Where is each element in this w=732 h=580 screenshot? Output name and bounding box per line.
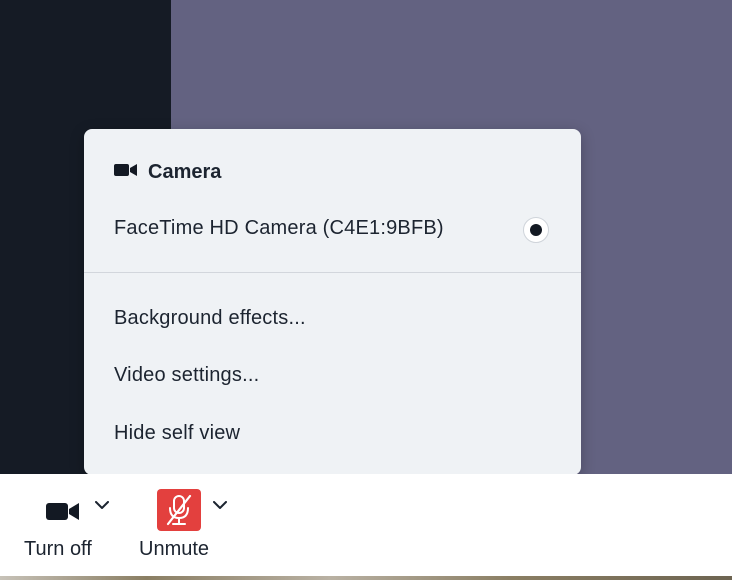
menu-title: Camera bbox=[148, 160, 222, 183]
menu-header: Camera bbox=[114, 160, 221, 184]
video-settings-label: Video settings... bbox=[114, 364, 260, 386]
mic-toggle-label: Unmute bbox=[139, 538, 210, 560]
chevron-down-icon[interactable] bbox=[95, 496, 109, 514]
background-effects-label: Background effects... bbox=[114, 307, 306, 329]
video-camera-icon bbox=[114, 163, 138, 182]
camera-device-option[interactable]: FaceTime HD Camera (C4E1:9BFB) bbox=[84, 213, 581, 249]
radio-selected-dot bbox=[530, 224, 542, 236]
device-radio-button[interactable] bbox=[523, 217, 549, 243]
desktop-background-strip bbox=[0, 576, 732, 580]
camera-toggle-button[interactable]: Turn off bbox=[0, 474, 125, 574]
microphone-off-icon[interactable] bbox=[157, 489, 201, 531]
video-camera-icon bbox=[46, 502, 80, 526]
camera-device-label: FaceTime HD Camera (C4E1:9BFB) bbox=[114, 217, 444, 239]
background-effects-item[interactable]: Background effects... bbox=[84, 299, 581, 339]
camera-menu: Camera FaceTime HD Camera (C4E1:9BFB) Ba… bbox=[84, 129, 581, 475]
hide-self-view-item[interactable]: Hide self view bbox=[84, 414, 581, 454]
camera-toggle-label: Turn off bbox=[24, 538, 92, 560]
video-settings-item[interactable]: Video settings... bbox=[84, 356, 581, 396]
call-toolbar: Turn off Unmute bbox=[0, 474, 732, 580]
menu-divider bbox=[84, 272, 581, 273]
hide-self-view-label: Hide self view bbox=[114, 422, 241, 444]
chevron-down-icon[interactable] bbox=[213, 496, 227, 514]
